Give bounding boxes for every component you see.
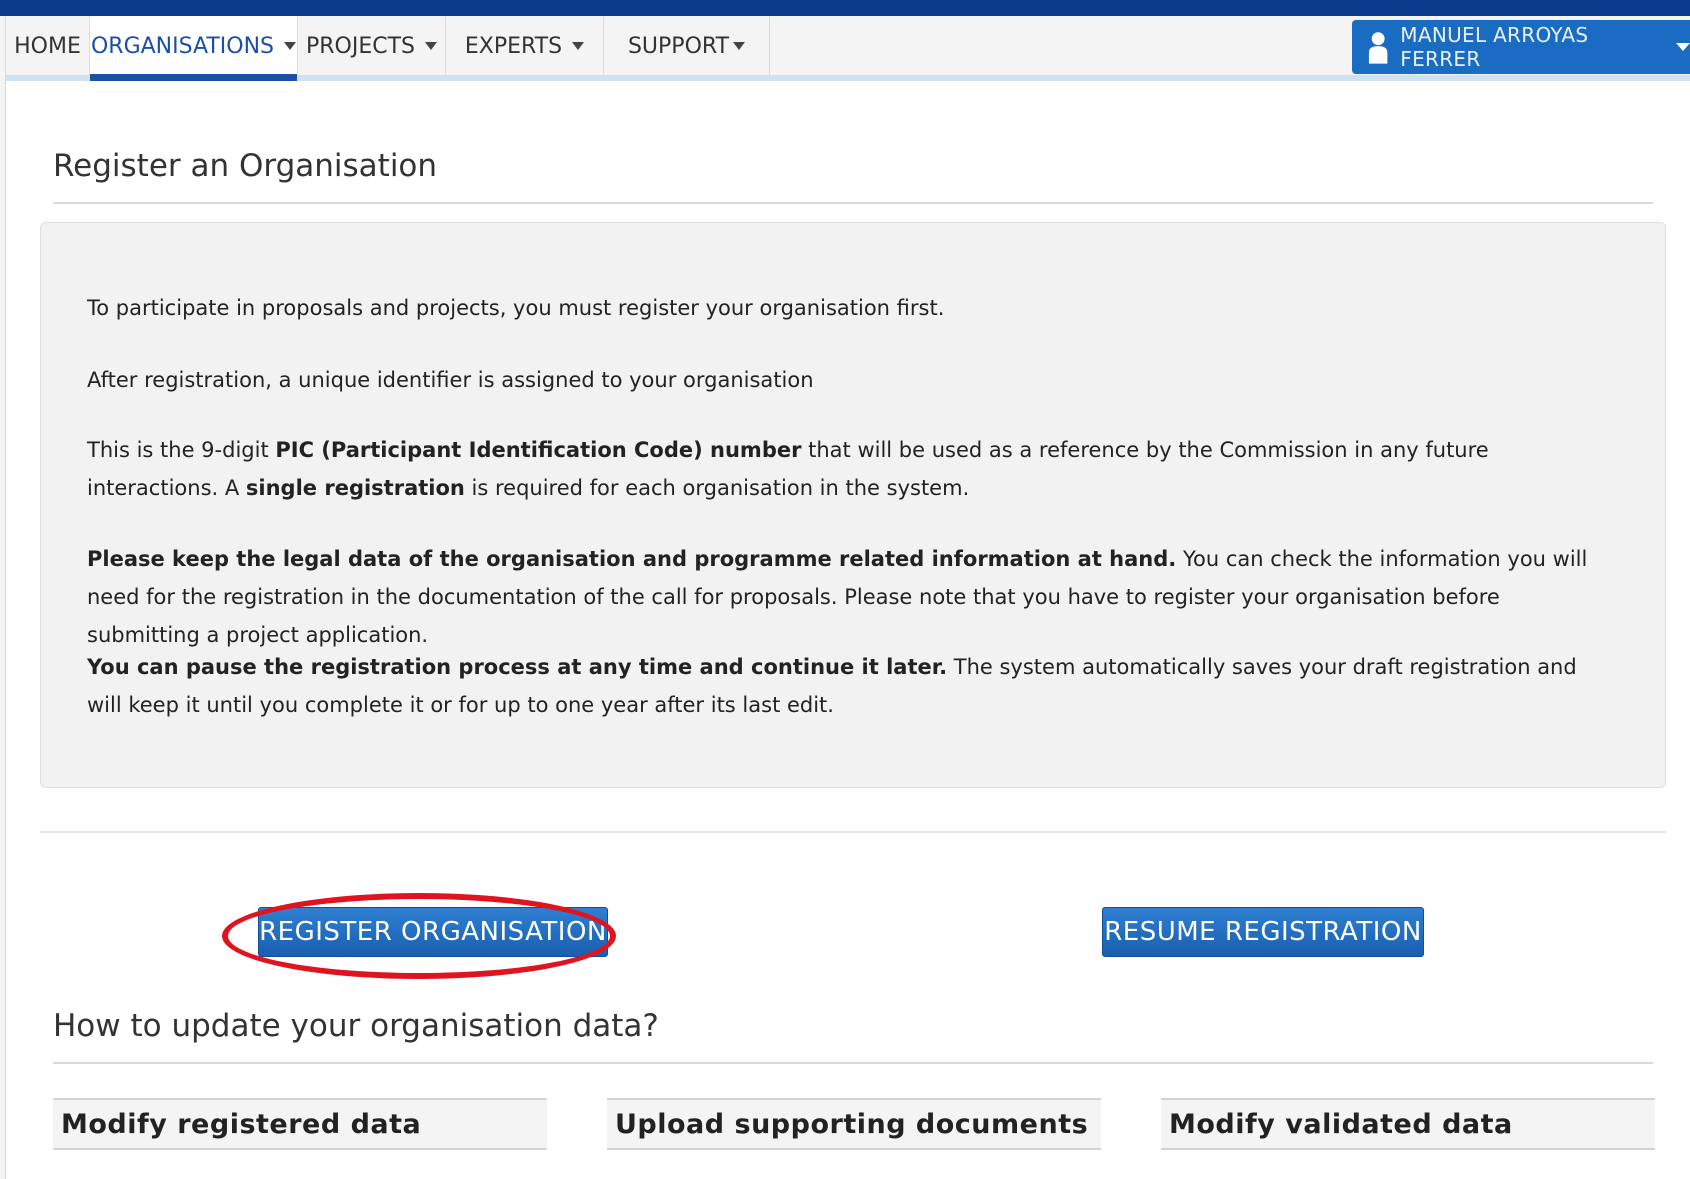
p3-text-e: is required for each organisation in the… — [464, 476, 970, 500]
page-title: Register an Organisation — [53, 148, 438, 184]
nav-organisations[interactable]: ORGANISATIONS — [90, 16, 298, 81]
chevron-down-icon — [425, 42, 438, 50]
user-icon — [1368, 32, 1388, 64]
user-name: MANUEL ARROYAS FERRER — [1400, 23, 1589, 71]
intro-paragraph-4: Please keep the legal data of the organi… — [87, 540, 1597, 654]
chevron-down-icon — [572, 42, 585, 50]
chevron-down-icon — [733, 42, 746, 50]
nav-support[interactable]: SUPPORT — [604, 16, 770, 76]
p5-bold: You can pause the registration process a… — [87, 655, 948, 679]
p3-pic-bold: PIC (Participant Identification Code) nu… — [275, 438, 802, 462]
intro-paragraph-2: After registration, a unique identifier … — [87, 368, 814, 392]
nav-projects-label: PROJECTS — [305, 33, 416, 59]
nav-home-label: HOME — [14, 33, 81, 59]
top-band — [0, 0, 1690, 16]
intro-paragraph-3: This is the 9-digit PIC (Participant Ide… — [87, 431, 1597, 507]
p3-single-registration-bold: single registration — [245, 476, 465, 500]
nav-organisations-label: ORGANISATIONS — [90, 33, 275, 59]
left-edge — [0, 16, 6, 1179]
p3-text-a: This is the 9-digit — [87, 438, 276, 462]
modify-validated-data-card[interactable]: Modify validated data — [1161, 1098, 1655, 1150]
resume-registration-button[interactable]: RESUME REGISTRATION — [1102, 907, 1424, 957]
nav-experts-label: EXPERTS — [464, 33, 563, 59]
nav-home[interactable]: HOME — [6, 16, 90, 76]
nav-projects[interactable]: PROJECTS — [298, 16, 446, 76]
intro-paragraph-1: To participate in proposals and projects… — [87, 296, 945, 320]
nav-support-label: SUPPORT — [627, 33, 730, 59]
card-label: Modify validated data — [1169, 1108, 1513, 1140]
card-label: Modify registered data — [61, 1108, 422, 1140]
section-divider — [40, 831, 1666, 833]
chevron-down-icon — [1676, 43, 1690, 51]
modify-registered-data-card[interactable]: Modify registered data — [53, 1098, 547, 1150]
nav-experts[interactable]: EXPERTS — [446, 16, 604, 76]
upload-supporting-documents-card[interactable]: Upload supporting documents — [607, 1098, 1101, 1150]
title-divider — [53, 202, 1653, 204]
chevron-down-icon — [284, 42, 297, 50]
p4-bold: Please keep the legal data of the organi… — [87, 547, 1177, 571]
intro-paragraph-5: You can pause the registration process a… — [87, 648, 1597, 724]
update-divider — [53, 1062, 1653, 1064]
card-label: Upload supporting documents — [615, 1108, 1089, 1140]
register-organisation-button[interactable]: REGISTER ORGANISATION — [258, 907, 608, 957]
user-menu-button[interactable]: MANUEL ARROYAS FERRER — [1352, 20, 1690, 74]
update-section-title: How to update your organisation data? — [53, 1008, 659, 1044]
